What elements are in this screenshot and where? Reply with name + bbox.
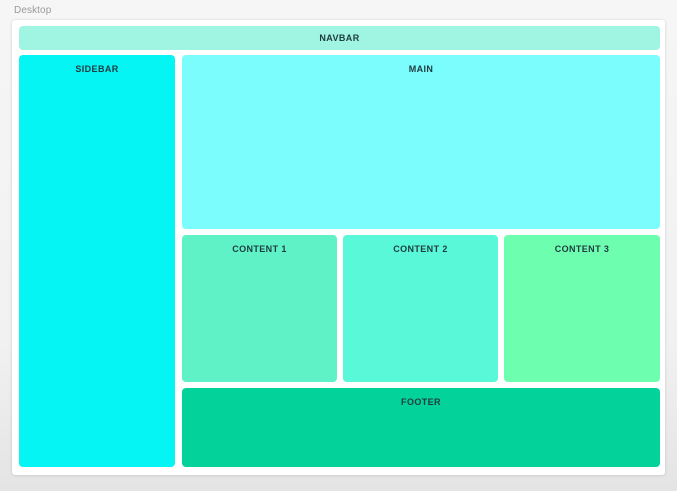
desktop-caption: Desktop (14, 5, 52, 16)
navbar-label: NAVBAR (319, 33, 360, 43)
sidebar-label: SIDEBAR (75, 64, 119, 74)
content-3-label: CONTENT 3 (554, 244, 610, 254)
content-1-label: CONTENT 1 (232, 244, 287, 254)
content-1-region: CONTENT 1 (182, 235, 337, 382)
navbar-region: NAVBAR (19, 26, 660, 50)
main-label: MAIN (408, 64, 434, 74)
sidebar-region: SIDEBAR (19, 55, 175, 467)
content-2-label: CONTENT 2 (393, 244, 448, 254)
footer-label: FOOTER (401, 397, 441, 407)
content-3-region: CONTENT 3 (504, 235, 660, 382)
main-region: MAIN (182, 55, 660, 229)
footer-region: FOOTER (182, 388, 660, 467)
layout-frame: NAVBAR SIDEBAR MAIN CONTENT 1 CONTENT 2 … (12, 20, 665, 475)
content-2-region: CONTENT 2 (343, 235, 498, 382)
desktop-stage: Desktop NAVBAR SIDEBAR MAIN CONTENT 1 CO… (0, 0, 677, 491)
